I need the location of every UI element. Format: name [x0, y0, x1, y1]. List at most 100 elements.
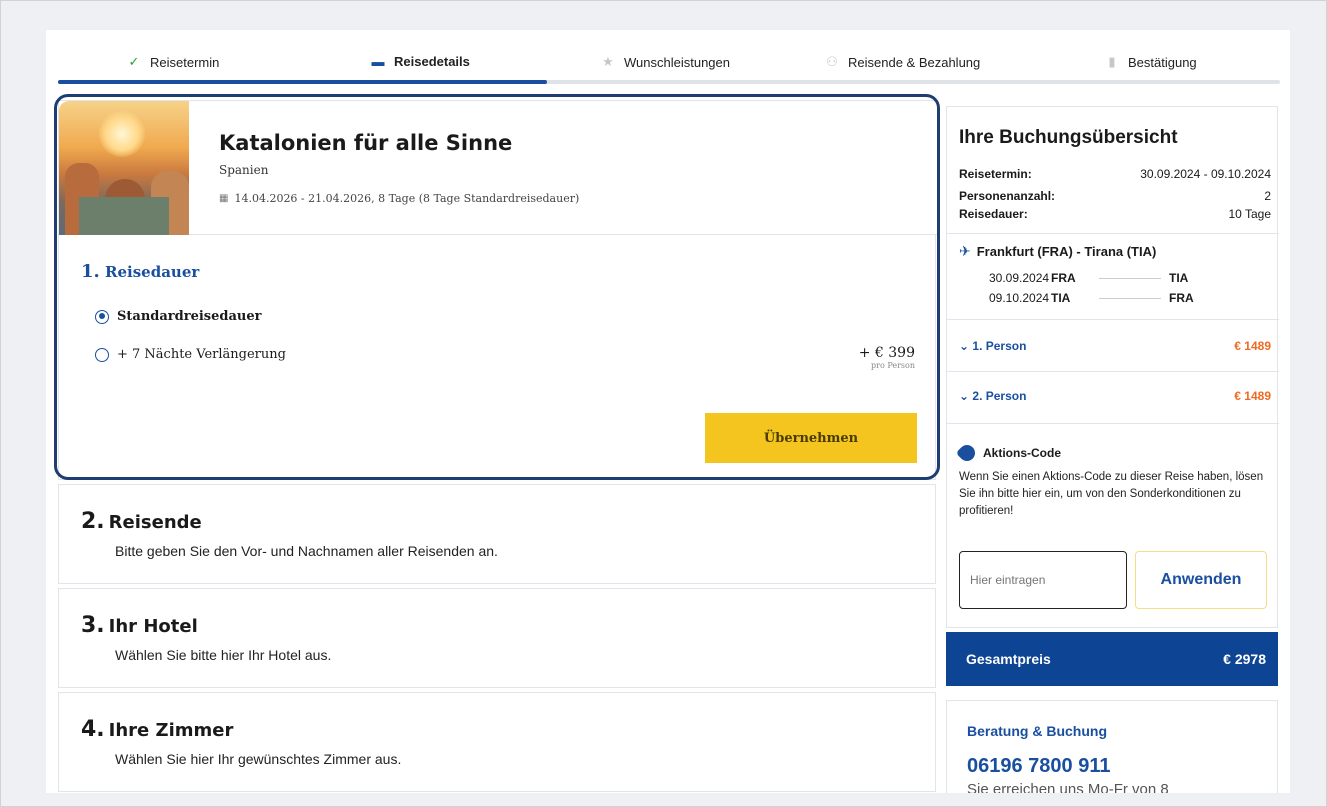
- option-extension[interactable]: + 7 Nächte Verlängerung: [95, 347, 286, 362]
- extension-price: + € 399 pro Person: [859, 345, 915, 370]
- summary-value: 30.09.2024 - 09.10.2024: [1140, 167, 1271, 181]
- summary-key: Reisedauer:: [959, 207, 1028, 221]
- flight-leg: 09.10.2024 TIA FRA: [989, 291, 1194, 305]
- section-heading: 2. Reisende: [81, 509, 202, 534]
- bed-icon: ▬: [371, 54, 385, 69]
- step-label: Wunschleistungen: [624, 54, 730, 70]
- leg-line: [1099, 277, 1161, 279]
- promo-title: Aktions-Code: [955, 441, 1061, 465]
- trip-country: Spanien: [219, 163, 269, 177]
- step-wunschleistungen[interactable]: ★ Wunschleistungen: [600, 54, 730, 70]
- total-price-bar: Gesamtpreis € 2978: [946, 632, 1278, 686]
- section-rooms[interactable]: 4. Ihre Zimmer Wählen Sie hier Ihr gewün…: [58, 692, 936, 792]
- divider: [947, 233, 1279, 234]
- duration-number: 1.: [81, 261, 100, 282]
- promo-code-input[interactable]: [959, 551, 1127, 609]
- trip-dates: ▦ 14.04.2026 - 21.04.2026, 8 Tage (8 Tag…: [219, 192, 579, 205]
- contact-phone[interactable]: 06196 7800 911: [967, 755, 1111, 778]
- progress-track: [58, 80, 1280, 84]
- leg-date: 09.10.2024: [989, 291, 1050, 305]
- section-heading: 3. Ihr Hotel: [81, 613, 198, 638]
- plane-icon: ✈: [959, 243, 971, 259]
- option-label: + 7 Nächte Verlängerung: [117, 347, 286, 362]
- summary-key: Reisetermin:: [959, 167, 1032, 181]
- person-label: ⌄ 1. Person: [959, 339, 1027, 353]
- duration-title: Reisedauer: [105, 263, 200, 281]
- section-description: Bitte geben Sie den Vor- und Nachnamen a…: [115, 543, 498, 559]
- duration-heading: 1. Reisedauer: [81, 261, 199, 282]
- contact-hours: Sie erreichen uns Mo-Fr von 8: [967, 781, 1169, 793]
- progress-fill: [58, 80, 547, 84]
- summary-row: Reisedauer: 10 Tage: [959, 207, 1271, 221]
- main-column: Katalonien für alle Sinne Spanien ▦ 14.0…: [58, 100, 937, 793]
- person-label: ⌄ 2. Person: [959, 389, 1027, 403]
- trip-image: [59, 101, 189, 235]
- contact-box: Beratung & Buchung 06196 7800 911 Sie er…: [946, 700, 1278, 793]
- step-reisedetails[interactable]: ▬ Reisedetails: [370, 54, 470, 69]
- leg-from: FRA: [1051, 271, 1076, 285]
- person-price: € 1489: [1234, 339, 1271, 353]
- flight-leg: 30.09.2024 FRA TIA: [989, 271, 1188, 285]
- person-row-1[interactable]: ⌄ 1. Person € 1489: [959, 339, 1271, 353]
- calendar-icon: ▦: [219, 193, 229, 204]
- divider: [947, 423, 1279, 424]
- total-label: Gesamtpreis: [966, 651, 1051, 667]
- summary-value: 2: [1264, 189, 1271, 203]
- person-row-2[interactable]: ⌄ 2. Person € 1489: [959, 389, 1271, 403]
- section-title: Reisende: [108, 512, 202, 533]
- step-label: Reisende & Bezahlung: [848, 54, 981, 70]
- leg-from: TIA: [1051, 291, 1071, 305]
- extension-price-value: + € 399: [858, 345, 915, 361]
- promo-title-text: Aktions-Code: [983, 446, 1061, 460]
- extension-price-unit: pro Person: [871, 361, 915, 370]
- step-reisetermin[interactable]: ✓ Reisetermin: [126, 54, 220, 70]
- apply-promo-button[interactable]: Anwenden: [1135, 551, 1267, 609]
- step-bestaetigung[interactable]: ▮ Bestätigung: [1104, 54, 1197, 70]
- flight-title: ✈ Frankfurt (FRA) - Tirana (TIA): [959, 243, 1156, 260]
- section-number: 3.: [81, 613, 105, 638]
- summary-row: Personenanzahl: 2: [959, 189, 1271, 203]
- leg-date: 30.09.2024: [989, 271, 1050, 285]
- trip-card: Katalonien für alle Sinne Spanien ▦ 14.0…: [58, 100, 937, 480]
- summary-value: 10 Tage: [1228, 207, 1272, 221]
- section-description: Wählen Sie bitte hier Ihr Hotel aus.: [115, 647, 332, 663]
- section-heading: 4. Ihre Zimmer: [81, 717, 233, 742]
- section-title: Ihre Zimmer: [108, 720, 234, 741]
- total-value: € 2978: [1223, 651, 1266, 667]
- section-number: 4.: [81, 717, 105, 742]
- summary-column: Ihre Buchungsübersicht Reisetermin: 30.0…: [946, 106, 1279, 793]
- trip-dates-text: 14.04.2026 - 21.04.2026, 8 Tage (8 Tage …: [234, 192, 580, 205]
- step-reisende-bezahlung[interactable]: ⚇ Reisende & Bezahlung: [824, 54, 980, 70]
- section-title: Ihr Hotel: [108, 616, 198, 637]
- section-hotel[interactable]: 3. Ihr Hotel Wählen Sie bitte hier Ihr H…: [58, 588, 936, 688]
- promo-text: Wenn Sie einen Aktions-Code zu dieser Re…: [959, 471, 1264, 517]
- check-icon: ✓: [128, 54, 140, 69]
- radio-unselected[interactable]: [95, 347, 109, 362]
- summary-title: Ihre Buchungsübersicht: [959, 127, 1178, 148]
- leg-line: [1099, 297, 1161, 299]
- summary-key: Personenanzahl:: [959, 189, 1056, 203]
- section-description: Wählen Sie hier Ihr gewünschtes Zimmer a…: [115, 751, 402, 767]
- option-standard[interactable]: Standardreisedauer: [95, 309, 261, 324]
- contact-title: Beratung & Buchung: [967, 723, 1107, 739]
- section-number: 2.: [81, 509, 105, 534]
- leg-to: FRA: [1169, 291, 1194, 305]
- apply-duration-button[interactable]: Übernehmen: [705, 413, 917, 463]
- star-icon: ★: [602, 54, 614, 69]
- divider: [947, 319, 1279, 320]
- step-label: Bestätigung: [1128, 54, 1197, 70]
- booking-summary: Ihre Buchungsübersicht Reisetermin: 30.0…: [946, 106, 1279, 628]
- flight-route: Frankfurt (FRA) - Tirana (TIA): [976, 244, 1157, 259]
- people-icon: ⚇: [826, 54, 838, 69]
- trip-header: Katalonien für alle Sinne Spanien ▦ 14.0…: [59, 101, 937, 235]
- leg-to: TIA: [1169, 271, 1189, 285]
- summary-row: Reisetermin: 30.09.2024 - 09.10.2024: [959, 167, 1271, 181]
- booking-panel: ✓ Reisetermin ▬ Reisedetails ★ Wunschlei…: [46, 30, 1290, 793]
- radio-selected[interactable]: [95, 309, 109, 324]
- section-travellers[interactable]: 2. Reisende Bitte geben Sie den Vor- und…: [58, 484, 936, 584]
- trip-title: Katalonien für alle Sinne: [219, 131, 513, 155]
- step-label: Reisetermin: [150, 54, 220, 70]
- option-label: Standardreisedauer: [117, 309, 262, 324]
- document-icon: ▮: [1108, 54, 1116, 69]
- person-price: € 1489: [1234, 389, 1271, 403]
